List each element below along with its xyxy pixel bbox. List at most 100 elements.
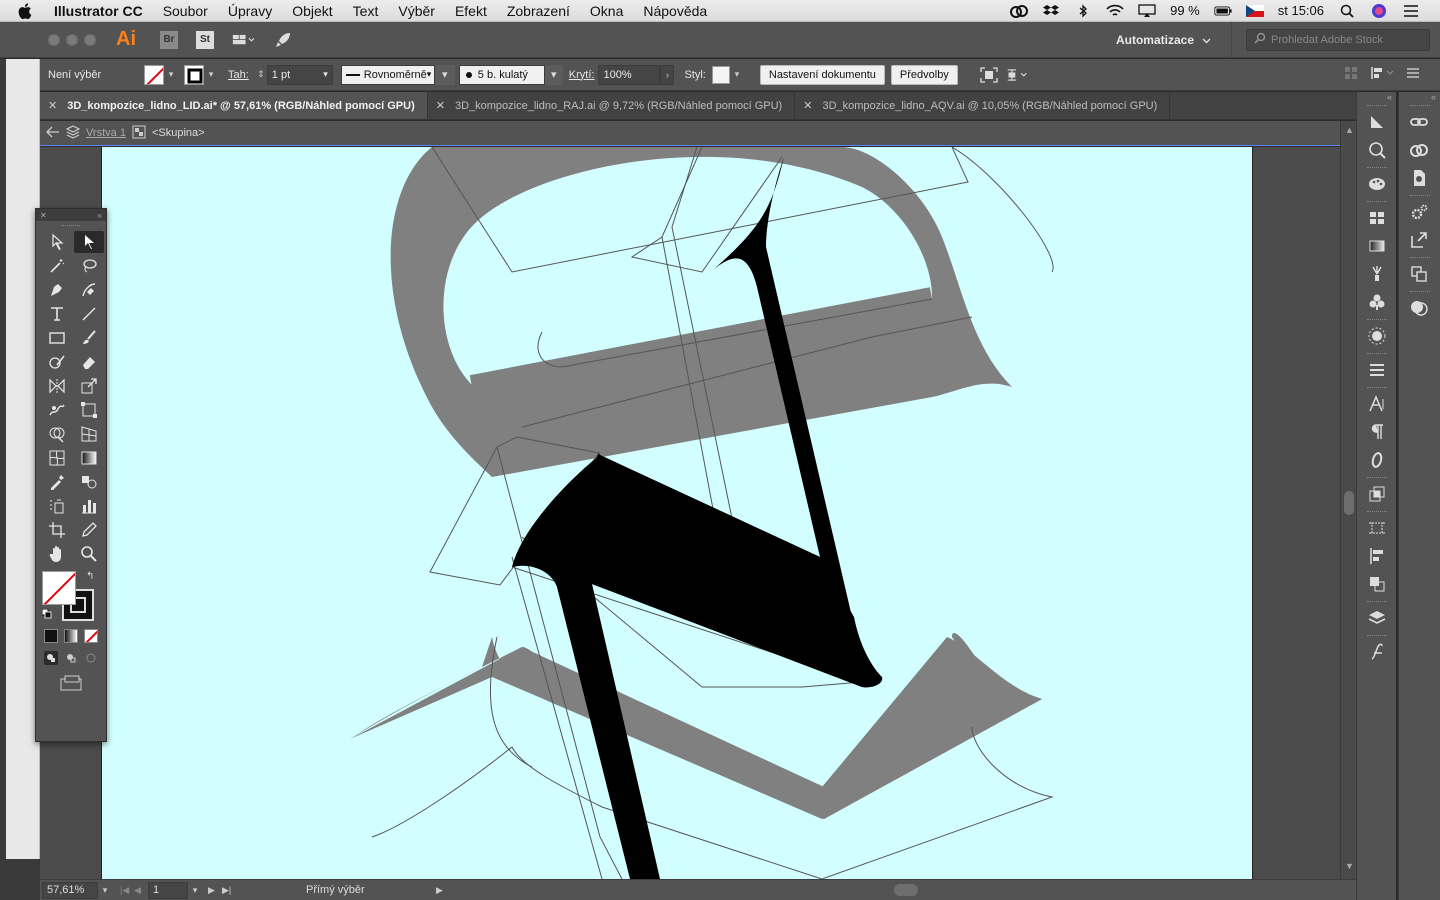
- panel-grip[interactable]: [36, 221, 106, 229]
- chevron-down-icon[interactable]: ▾: [188, 885, 202, 896]
- asset-export-icon[interactable]: [1399, 260, 1439, 288]
- default-colors-icon[interactable]: [41, 608, 52, 622]
- variable-width-profile[interactable]: Rovnoměrně ▾: [340, 64, 435, 85]
- close-icon[interactable]: ✕: [803, 99, 812, 112]
- scroll-down-icon[interactable]: ▼: [1345, 861, 1354, 871]
- artboards-panel-icon[interactable]: [1357, 514, 1397, 542]
- chevron-down-icon[interactable]: ▾: [544, 64, 563, 85]
- siri-icon[interactable]: [1370, 3, 1388, 18]
- opacity-label[interactable]: Krytí:: [569, 69, 595, 81]
- close-window-button[interactable]: [48, 33, 60, 46]
- stock-search-input[interactable]: Prohledat Adobe Stock: [1246, 28, 1430, 51]
- gradient-tool-icon[interactable]: [74, 447, 104, 469]
- collapse-icon[interactable]: «: [98, 211, 102, 220]
- swap-fill-stroke-icon[interactable]: ↰: [86, 571, 94, 582]
- rotate-tool-icon[interactable]: [42, 375, 72, 397]
- paintbrush-tool-icon[interactable]: [74, 327, 104, 349]
- menu-type[interactable]: Text: [353, 3, 379, 19]
- transform-panel-icon[interactable]: [1357, 480, 1397, 508]
- zoom-window-button[interactable]: [84, 33, 96, 46]
- apple-icon[interactable]: [18, 2, 40, 19]
- direct-selection-tool-icon[interactable]: [74, 231, 104, 253]
- hand-tool-icon[interactable]: [42, 543, 72, 565]
- rocket-icon[interactable]: [272, 30, 294, 50]
- column-graph-tool-icon[interactable]: [74, 495, 104, 517]
- tab-document-lid[interactable]: ✕ 3D_kompozice_lidno_LID.ai* @ 57,61% (R…: [40, 92, 428, 119]
- selection-tool-icon[interactable]: [42, 231, 72, 253]
- gradient-panel-icon[interactable]: [1357, 232, 1397, 260]
- wifi-icon[interactable]: [1106, 4, 1124, 18]
- artboard-number-field[interactable]: 1: [148, 881, 188, 899]
- menu-window[interactable]: Okna: [590, 3, 623, 19]
- rectangle-tool-icon[interactable]: [42, 327, 72, 349]
- opentype-panel-icon[interactable]: [1357, 446, 1397, 474]
- stroke-weight-field[interactable]: 1 pt ▾: [266, 64, 333, 85]
- pen-tool-icon[interactable]: [42, 279, 72, 301]
- menu-object[interactable]: Objekt: [292, 3, 332, 19]
- app-menu[interactable]: Illustrator CC: [54, 3, 143, 19]
- swatches-grid-icon[interactable]: [1357, 204, 1397, 232]
- line-segment-tool-icon[interactable]: [74, 303, 104, 325]
- stroke-label[interactable]: Tah:: [228, 69, 249, 81]
- swatches-palette-icon[interactable]: [1357, 170, 1397, 198]
- character-panel-icon[interactable]: [1357, 390, 1397, 418]
- menu-help[interactable]: Nápověda: [643, 3, 707, 19]
- curvature-tool-icon[interactable]: [74, 279, 104, 301]
- blend-tool-icon[interactable]: [74, 471, 104, 493]
- breadcrumb-group[interactable]: <Skupina>: [152, 127, 205, 139]
- color-guide-icon[interactable]: [1357, 108, 1397, 136]
- arrange-documents-icon[interactable]: [232, 30, 254, 50]
- mesh-tool-icon[interactable]: [42, 447, 72, 469]
- transparency-panel-icon[interactable]: [1399, 294, 1439, 322]
- none-mode-button[interactable]: [84, 629, 98, 643]
- chevron-down-icon[interactable]: ▾: [98, 885, 112, 896]
- screen-mode-icon[interactable]: [60, 675, 82, 694]
- paragraph-panel-icon[interactable]: [1357, 418, 1397, 446]
- artboard-tool-icon[interactable]: [42, 519, 72, 541]
- menu-file[interactable]: Soubor: [163, 3, 208, 19]
- glyphs-panel-icon[interactable]: [1357, 638, 1397, 666]
- chevron-down-icon[interactable]: ▾: [164, 65, 178, 85]
- vertical-scroll-thumb[interactable]: [1344, 491, 1354, 515]
- breadcrumb-layer[interactable]: Vrstva 1: [86, 127, 126, 139]
- dropbox-icon[interactable]: [1042, 4, 1060, 18]
- status-menu-icon[interactable]: ▶: [436, 885, 443, 896]
- shape-builder-tool-icon[interactable]: [42, 423, 72, 445]
- bluetooth-icon[interactable]: [1074, 3, 1092, 18]
- isolate-icon[interactable]: [978, 65, 1000, 85]
- lasso-tool-icon[interactable]: [74, 255, 104, 277]
- zoom-tool-icon[interactable]: [74, 543, 104, 565]
- document-setup-button[interactable]: Nastavení dokumentu: [759, 64, 885, 85]
- align-panel-icon[interactable]: [1357, 542, 1397, 570]
- recolor-icon[interactable]: [1357, 136, 1397, 164]
- stock-button[interactable]: St: [196, 30, 214, 49]
- layers-panel-icon[interactable]: [1357, 604, 1397, 632]
- next-artboard-icon[interactable]: ▶: [208, 885, 222, 896]
- draw-inside-icon[interactable]: [84, 651, 98, 665]
- chevron-down-icon[interactable]: ▾: [730, 65, 744, 85]
- airplay-icon[interactable]: [1138, 3, 1156, 18]
- appearance-sun-icon[interactable]: [1357, 322, 1397, 350]
- last-artboard-icon[interactable]: ▶|: [222, 885, 236, 896]
- bridge-button[interactable]: Br: [160, 30, 178, 49]
- eyedropper-tool-icon[interactable]: [42, 471, 72, 493]
- brushes-icon[interactable]: [1357, 260, 1397, 288]
- stroke-panel-icon[interactable]: [1357, 356, 1397, 384]
- draw-normal-icon[interactable]: [44, 651, 58, 665]
- slice-tool-icon[interactable]: [74, 519, 104, 541]
- cc-libraries-icon[interactable]: [1399, 136, 1439, 164]
- fill-color-box[interactable]: [42, 571, 76, 605]
- workspace-switcher[interactable]: Automatizace: [1116, 21, 1232, 58]
- type-tool-icon[interactable]: [42, 303, 72, 325]
- color-mode-button[interactable]: [44, 629, 58, 643]
- stroke-swatch[interactable]: [184, 64, 204, 85]
- properties-gear-icon[interactable]: [1399, 198, 1439, 226]
- artboard[interactable]: [101, 147, 1253, 879]
- fill-swatch[interactable]: [144, 64, 164, 85]
- zoom-field[interactable]: 57,61%: [42, 881, 98, 899]
- horizontal-scrollbar[interactable]: [480, 883, 1330, 897]
- stroke-stepper[interactable]: ⇕: [255, 65, 267, 85]
- clock[interactable]: st 15:06: [1278, 3, 1324, 18]
- horizontal-scroll-thumb[interactable]: [894, 884, 918, 896]
- chevron-right-icon[interactable]: ›: [660, 64, 675, 85]
